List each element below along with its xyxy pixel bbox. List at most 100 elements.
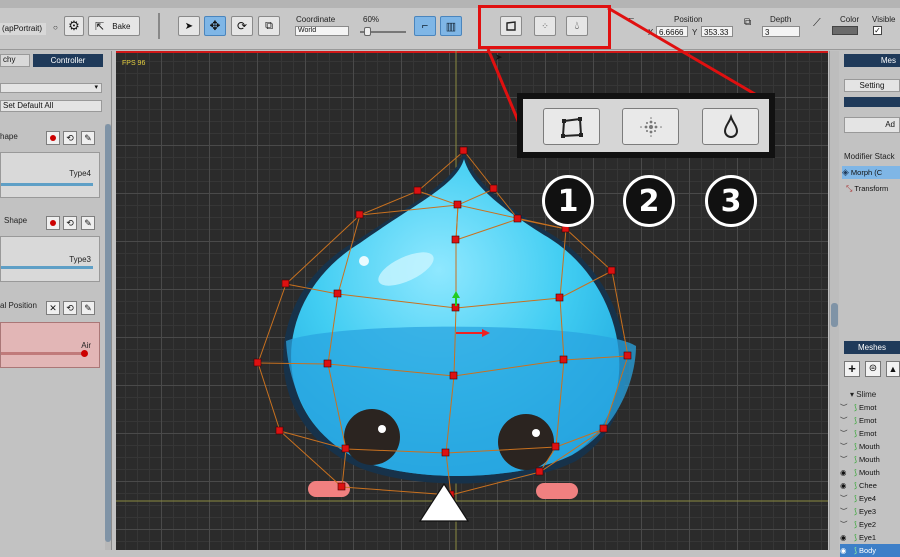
- callout-blur-brush-button[interactable]: [702, 108, 759, 145]
- position-label: Position: [674, 15, 703, 24]
- tab-hierarchy[interactable]: chy: [0, 54, 30, 67]
- callout-edit-area-button[interactable]: [543, 108, 600, 145]
- controller-1-edit-button[interactable]: ✎: [81, 131, 95, 145]
- controller-1-slider[interactable]: [1, 183, 93, 186]
- controller-3-reset-button[interactable]: ⟲: [63, 301, 77, 315]
- eyedropper-icon[interactable]: ⟋: [813, 17, 821, 30]
- mesh-item[interactable]: ◉ ⟆ Eye1: [840, 531, 900, 544]
- visible-checkbox[interactable]: ✓: [873, 26, 882, 35]
- bone-edit-button[interactable]: ⌐: [414, 16, 436, 36]
- coordinate-label: Coordinate: [296, 15, 336, 24]
- controller-3-edit-button[interactable]: ✎: [81, 301, 95, 315]
- mesh-leaf-icon: ⟆: [854, 546, 857, 555]
- mesh-layer-button[interactable]: ⊜: [865, 361, 881, 377]
- visibility-on-icon[interactable]: ◉: [840, 468, 852, 477]
- controller-1-reset-button[interactable]: ⟲: [63, 131, 77, 145]
- radio-dot-icon[interactable]: ○: [53, 23, 58, 32]
- visibility-off-icon[interactable]: ︶: [840, 415, 852, 426]
- add-mesh-button[interactable]: +: [844, 361, 860, 377]
- controller-3-slider-handle[interactable]: [81, 350, 88, 357]
- zoom-callout: [517, 93, 775, 158]
- mesh-item[interactable]: ︶ ⟆ Emot: [840, 401, 900, 414]
- droplet-icon: [723, 113, 738, 138]
- visibility-off-icon[interactable]: ︶: [840, 454, 852, 465]
- visibility-on-icon[interactable]: ◉: [840, 546, 852, 555]
- toolbar-divider: [158, 13, 160, 39]
- controller-2-record-button[interactable]: [46, 216, 60, 230]
- mesh-item[interactable]: ︶ ⟆ Eye3: [840, 505, 900, 518]
- mesh-item-label: Mouth: [858, 468, 880, 477]
- controller-2-body: Type3: [0, 236, 100, 282]
- zoom-slider-handle[interactable]: [364, 27, 371, 36]
- mesh-item[interactable]: ◉ ⟆ Chee: [840, 479, 900, 492]
- export-icon: ⇱: [95, 20, 105, 33]
- controller-3-slider[interactable]: [1, 352, 85, 355]
- mesh-item[interactable]: ◉ ⟆ Mouth: [840, 466, 900, 479]
- mesh-item-label: Emot: [858, 429, 877, 438]
- visibility-on-icon[interactable]: ◉: [840, 533, 852, 542]
- droplet-icon: 💧︎: [574, 19, 580, 32]
- controller-2-slider[interactable]: [1, 266, 93, 269]
- controller-2-edit-button[interactable]: ✎: [81, 216, 95, 230]
- pos-x-field[interactable]: 6.6666: [656, 26, 688, 37]
- setting-button[interactable]: Setting: [844, 79, 900, 92]
- viewport-scrollbar-thumb[interactable]: [831, 303, 838, 327]
- selected-tab-bar[interactable]: [844, 97, 900, 107]
- depth-icon: ⧉: [744, 17, 752, 28]
- mesh-leaf-icon: ⟆: [854, 468, 857, 477]
- mesh-leaf-icon: ⟆: [854, 481, 857, 490]
- viewport-scrollbar[interactable]: [829, 51, 839, 550]
- scale-tool-button[interactable]: ⧉: [258, 16, 280, 36]
- tab-mesh[interactable]: Mes: [844, 54, 900, 67]
- settings-gear-button[interactable]: ⚙: [64, 16, 84, 36]
- color-swatch[interactable]: [832, 26, 858, 35]
- controller-dropdown[interactable]: ▾: [0, 83, 102, 93]
- bake-button[interactable]: ⇱ Bake: [88, 16, 140, 36]
- move-tool-button[interactable]: ✥: [204, 16, 226, 36]
- visibility-off-icon[interactable]: ︶: [840, 506, 852, 517]
- right-panel: Mes Setting Ad Modifier Stack ◈ Morph (C…: [840, 51, 900, 557]
- top-toolbar: (apPortrait) ○ ⚙ ⇱ Bake ➤ ✥ ⟳ ⧉ Coordina…: [0, 0, 900, 50]
- mesh-item-selected[interactable]: ◉ ⟆ Body: [840, 544, 900, 557]
- depth-field[interactable]: 3: [762, 26, 800, 37]
- add-modifier-button[interactable]: Ad: [844, 117, 900, 133]
- reset-icon: ⟲: [66, 302, 74, 313]
- mesh-shape-button[interactable]: ▲: [886, 361, 900, 377]
- pencil-icon: ✎: [84, 302, 92, 313]
- visibility-off-icon[interactable]: ︶: [840, 519, 852, 530]
- mesh-item[interactable]: ︶ ⟆ Mouth: [840, 453, 900, 466]
- soft-selection-button[interactable]: ⁘: [534, 16, 556, 36]
- visibility-off-icon[interactable]: ︶: [840, 428, 852, 439]
- visibility-on-icon[interactable]: ◉: [840, 481, 852, 490]
- edit-area-button[interactable]: [500, 16, 522, 36]
- select-tool-button[interactable]: ➤: [178, 16, 200, 36]
- pos-y-field[interactable]: 353.33: [701, 26, 733, 37]
- mesh-leaf-icon: ⟆: [854, 455, 857, 464]
- right-cheek: [536, 483, 578, 499]
- controller-1-name: hape: [0, 132, 18, 141]
- mesh-item[interactable]: ︶ ⟆ Mouth: [840, 440, 900, 453]
- mesh-edit-button[interactable]: ▥: [440, 16, 462, 36]
- left-scrollbar-thumb[interactable]: [105, 124, 111, 542]
- mesh-item[interactable]: ︶ ⟆ Emot: [840, 414, 900, 427]
- visibility-off-icon[interactable]: ︶: [840, 493, 852, 504]
- callout-soft-selection-button[interactable]: [622, 108, 679, 145]
- mesh-item[interactable]: ︶ ⟆ Emot: [840, 427, 900, 440]
- controller-1-record-button[interactable]: [46, 131, 60, 145]
- controller-2-reset-button[interactable]: ⟲: [63, 216, 77, 230]
- mesh-item[interactable]: ︶ ⟆ Eye4: [840, 492, 900, 505]
- modifier-item-morph[interactable]: ◈ Morph (C: [842, 166, 900, 179]
- rotate-tool-button[interactable]: ⟳: [231, 16, 253, 36]
- mesh-item[interactable]: ︶ ⟆ Eye2: [840, 518, 900, 531]
- visibility-off-icon[interactable]: ︶: [840, 402, 852, 413]
- blur-brush-button[interactable]: 💧︎: [566, 16, 588, 36]
- mesh-leaf-icon: ⟆: [854, 429, 857, 438]
- tab-controller[interactable]: Controller: [33, 54, 103, 67]
- visibility-off-icon[interactable]: ︶: [840, 441, 852, 452]
- left-scrollbar[interactable]: [105, 124, 111, 550]
- mesh-root[interactable]: ▾ Slime: [850, 390, 876, 399]
- controller-3-remove-button[interactable]: ✕: [46, 301, 60, 315]
- coordinate-select[interactable]: World: [295, 26, 349, 36]
- set-default-all-button[interactable]: Set Default All: [0, 100, 102, 112]
- modifier-item-transform[interactable]: ⤡ Transform: [846, 182, 900, 195]
